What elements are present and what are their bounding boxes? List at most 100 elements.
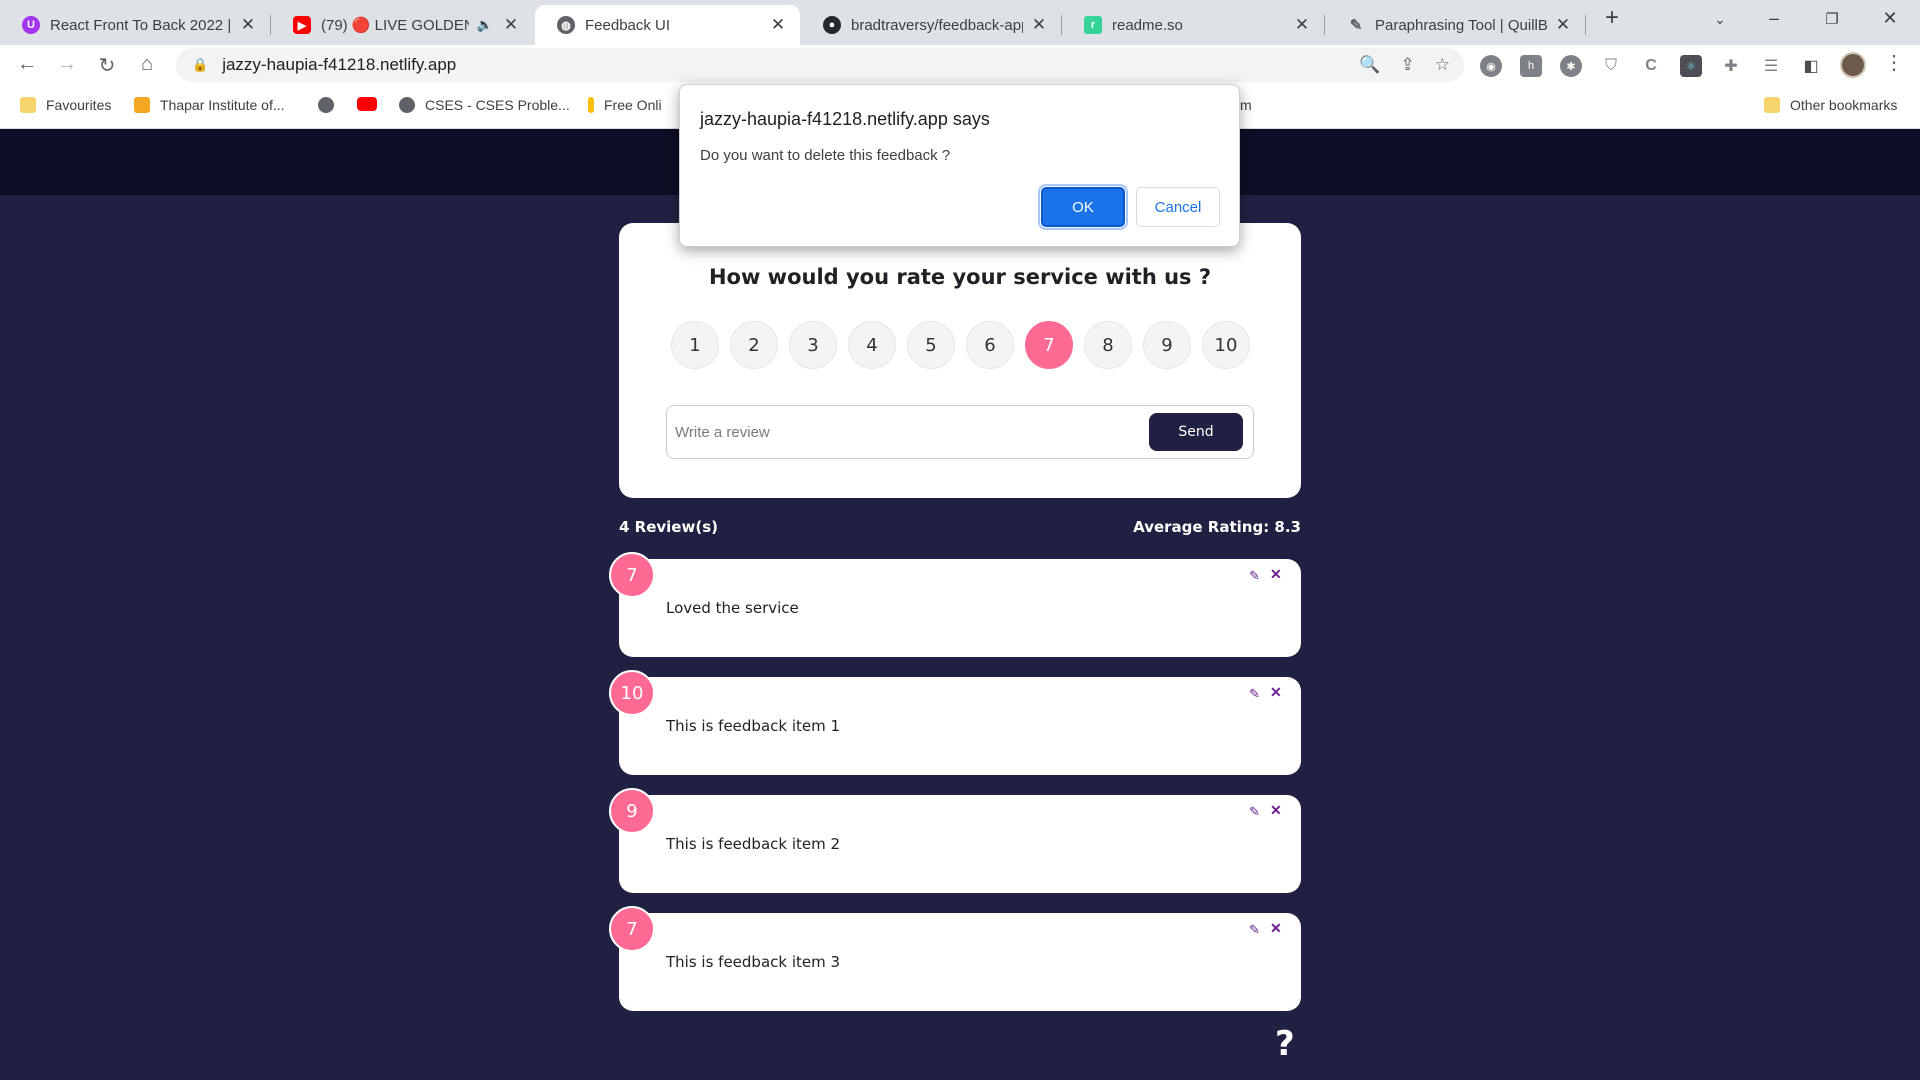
rating-option-1[interactable]: 1 [671,321,719,369]
feedback-rating-badge: 9 [609,788,655,834]
new-tab-button[interactable]: + [1592,4,1632,32]
feedback-rating-badge: 7 [609,552,655,598]
tab-react-front-to-back[interactable]: U React Front To Back 2022 | U ✕ [0,5,270,45]
edit-icon[interactable]: ✎ [1249,686,1260,702]
globe-icon [318,97,334,113]
feedback-item: 7 ✎ ✕ Loved the service [609,552,1301,657]
bookmark-star-icon[interactable]: ☆ [1435,55,1450,75]
tab-search-chevron-icon[interactable]: ⌄ [1700,11,1740,28]
extension-brain-icon[interactable]: ◉ [1480,55,1502,77]
rating-option-6[interactable]: 6 [966,321,1014,369]
extensions-puzzle-icon[interactable]: ✚ [1720,55,1742,77]
delete-icon[interactable]: ✕ [1270,920,1282,937]
extension-bug-icon[interactable]: ✱ [1560,55,1582,77]
thapar-icon [134,97,150,113]
edit-icon[interactable]: ✎ [1249,804,1260,820]
rating-question: How would you rate your service with us … [708,265,1212,289]
more-menu-icon[interactable]: ⋮ [1884,50,1904,75]
rating-option-5[interactable]: 5 [907,321,955,369]
bookmark-favourites[interactable]: Favourites [20,97,111,113]
delete-icon[interactable]: ✕ [1270,802,1282,819]
close-icon[interactable]: ✕ [238,15,258,35]
rating-option-2[interactable]: 2 [730,321,778,369]
tab-title: bradtraversy/feedback-app [851,16,1023,34]
globe-icon: ◍ [557,16,575,34]
side-panel-icon[interactable]: ◧ [1800,55,1822,77]
tab-quillbot[interactable]: ✎ Paraphrasing Tool | QuillBo ✕ [1325,5,1585,45]
rating-option-7[interactable]: 7 [1025,321,1073,369]
bookmark-label: Thapar Institute of... [160,97,285,113]
close-icon[interactable]: ✕ [1292,15,1312,35]
tab-github-feedback-app[interactable]: ● bradtraversy/feedback-app ✕ [801,5,1061,45]
minimize-button[interactable]: – [1754,8,1794,29]
close-icon[interactable]: ✕ [768,15,788,35]
close-icon[interactable]: ✕ [1553,15,1573,35]
feedback-text: This is feedback item 2 [666,835,841,853]
folder-icon [20,97,36,113]
extension-hindi-icon[interactable]: h [1520,55,1542,77]
feedback-item: 10 ✎ ✕ This is feedback item 1 [609,670,1301,775]
confirm-dialog: jazzy-haupia-f41218.netlify.app says Do … [679,84,1240,247]
youtube-icon: ▶ [293,16,311,34]
tab-separator [1585,15,1586,35]
review-form: Send [666,405,1254,459]
profile-avatar[interactable] [1840,52,1866,78]
reload-icon[interactable]: ↻ [93,53,121,78]
share-icon[interactable]: ⇪ [1401,55,1415,75]
rating-option-9[interactable]: 9 [1143,321,1191,369]
reading-list-icon[interactable]: ☰ [1760,55,1782,77]
ok-button[interactable]: OK [1038,184,1128,230]
back-icon[interactable]: ← [13,53,41,76]
rating-option-10[interactable]: 10 [1202,321,1250,369]
address-bar[interactable]: 🔒 jazzy-haupia-f41218.netlify.app 🔍 ⇪ ☆ [176,48,1464,82]
extension-shield-icon[interactable]: ⛉ [1600,55,1622,77]
rating-option-8[interactable]: 8 [1084,321,1132,369]
delete-icon[interactable]: ✕ [1270,684,1282,701]
extension-c-icon[interactable]: C [1640,55,1662,77]
about-link-question-icon[interactable]: ? [1275,1024,1295,1064]
udemy-icon: U [22,16,40,34]
other-bookmarks-label: Other bookmarks [1790,97,1898,113]
edit-icon[interactable]: ✎ [1249,922,1260,938]
tab-youtube-live[interactable]: ▶ (79) 🔴 LIVE GOLDEN T 🔈 ✕ [271,5,533,45]
rating-option-4[interactable]: 4 [848,321,896,369]
rating-option-3[interactable]: 3 [789,321,837,369]
cancel-button[interactable]: Cancel [1136,187,1220,227]
review-input[interactable] [675,416,1135,448]
bookmark-hidden[interactable]: m [1240,97,1252,113]
url-text[interactable]: jazzy-haupia-f41218.netlify.app [222,55,456,75]
restore-button[interactable]: ❐ [1812,10,1852,28]
zoom-icon[interactable]: 🔍 [1359,55,1380,75]
tab-readme-so[interactable]: r readme.so ✕ [1062,5,1324,45]
bookmark-globe[interactable] [318,97,344,113]
delete-icon[interactable]: ✕ [1270,566,1282,583]
tab-title: Paraphrasing Tool | QuillBo [1375,16,1547,34]
feedback-rating-badge: 10 [609,670,655,716]
bookmark-cses[interactable]: CSES - CSES Proble... [399,97,570,113]
forward-icon[interactable]: → [53,53,81,76]
browser-toolbar: ← → ↻ ⌂ 🔒 jazzy-haupia-f41218.netlify.ap… [0,45,1920,85]
tab-title: React Front To Back 2022 | U [50,16,232,34]
window-close-button[interactable]: ✕ [1870,8,1910,29]
feedback-text: This is feedback item 3 [666,953,841,971]
speaker-icon[interactable]: 🔈 [475,17,495,33]
bookmark-free-online[interactable]: Free Onli [588,97,662,113]
tab-title: Feedback UI [585,16,671,34]
edit-icon[interactable]: ✎ [1249,568,1260,584]
bookmark-icon [588,97,594,113]
bookmark-youtube[interactable] [357,97,387,111]
feedback-text: This is feedback item 1 [666,717,841,735]
feedback-text: Loved the service [666,599,799,617]
tab-feedback-ui[interactable]: ◍ Feedback UI ✕ [535,5,800,45]
close-icon[interactable]: ✕ [501,15,521,35]
send-button[interactable]: Send [1149,413,1243,451]
extension-react-devtools-icon[interactable]: ⚛ [1680,55,1702,77]
youtube-icon [357,97,377,111]
readme-icon: r [1084,16,1102,34]
close-icon[interactable]: ✕ [1029,15,1049,35]
tab-title: readme.so [1112,16,1183,34]
home-icon[interactable]: ⌂ [133,53,161,76]
other-bookmarks[interactable]: Other bookmarks [1764,97,1897,113]
lock-icon[interactable]: 🔒 [192,57,208,73]
bookmark-thapar[interactable]: Thapar Institute of... [134,97,285,113]
